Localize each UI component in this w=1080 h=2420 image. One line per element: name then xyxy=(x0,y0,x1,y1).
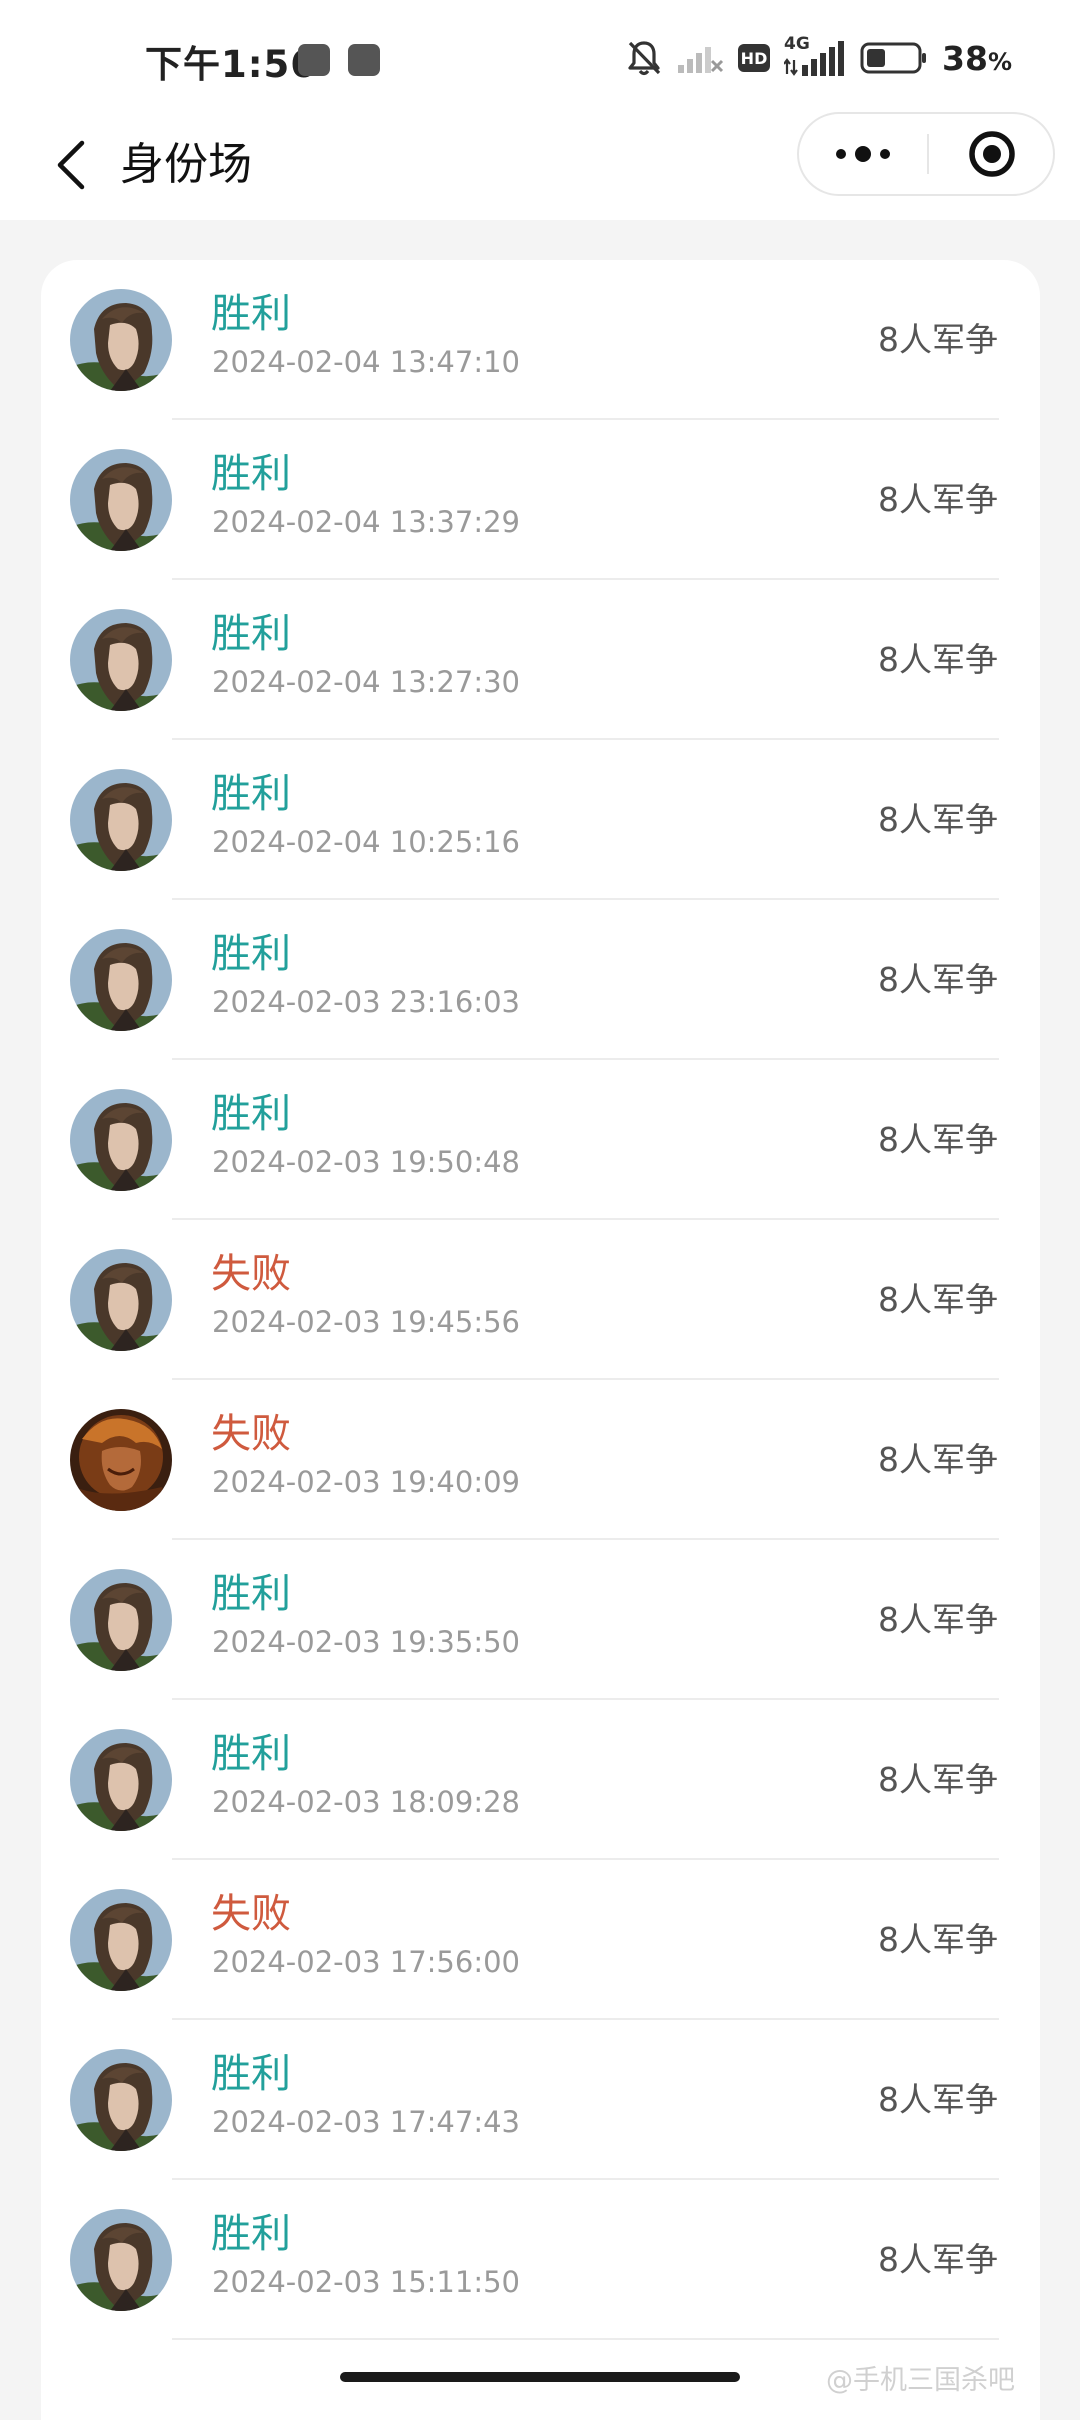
record-timestamp: 2024-02-03 19:45:56 xyxy=(212,1305,520,1339)
game-mode-label: 8人军争 xyxy=(878,1600,998,1639)
nav-bar: 身份场 xyxy=(0,110,1080,220)
player-avatar xyxy=(70,1409,172,1511)
status-time: 下午1:56 xyxy=(145,43,318,86)
home-indicator[interactable] xyxy=(340,2372,740,2382)
game-mode-label: 8人军争 xyxy=(878,320,998,359)
result-label: 胜利 xyxy=(211,931,291,977)
notification-square-icon xyxy=(298,44,330,76)
game-mode-label: 8人军争 xyxy=(878,1440,998,1479)
hd-icon: HD xyxy=(738,44,771,72)
battery-percent: 38% xyxy=(942,38,1012,78)
record-timestamp: 2024-02-03 18:09:28 xyxy=(212,1785,520,1819)
record-row[interactable]: 胜利 2024-02-04 10:25:16 8人军争 xyxy=(41,740,1040,900)
game-mode-label: 8人军争 xyxy=(878,2080,998,2119)
battery-icon xyxy=(860,42,927,74)
game-mode-label: 8人军争 xyxy=(878,1920,998,1959)
cellular-signal-icon: 4G xyxy=(784,34,846,78)
record-list: 胜利 2024-02-04 13:47:10 8人军争 胜利 2024-02-04 13… xyxy=(41,260,1040,2420)
record-row[interactable]: 胜利 2024-02-03 15:11:50 8人军争 xyxy=(41,2180,1040,2340)
record-timestamp: 2024-02-04 13:47:10 xyxy=(212,345,520,379)
page-title: 身份场 xyxy=(120,139,252,190)
record-timestamp: 2024-02-04 13:27:30 xyxy=(212,665,520,699)
result-label: 胜利 xyxy=(211,771,291,817)
game-mode-label: 8人军争 xyxy=(878,800,998,839)
record-timestamp: 2024-02-03 15:11:50 xyxy=(212,2265,520,2299)
chevron-left-icon xyxy=(57,140,85,190)
record-row[interactable]: 胜利 2024-02-03 19:50:48 8人军争 xyxy=(41,1060,1040,1220)
result-label: 失败 xyxy=(211,1891,291,1937)
more-dots-icon xyxy=(836,146,890,162)
game-mode-label: 8人军争 xyxy=(878,480,998,519)
mute-bell-icon xyxy=(628,41,661,76)
watermark: @手机三国杀吧 xyxy=(826,2365,1015,2396)
result-label: 胜利 xyxy=(211,291,291,337)
player-avatar xyxy=(70,609,172,711)
player-avatar xyxy=(70,449,172,551)
target-circle-icon xyxy=(969,131,1015,177)
record-timestamp: 2024-02-03 17:47:43 xyxy=(212,2105,520,2139)
wifi-off-icon xyxy=(678,47,724,73)
game-mode-label: 8人军争 xyxy=(878,960,998,999)
result-label: 胜利 xyxy=(211,611,291,657)
record-timestamp: 2024-02-04 13:37:29 xyxy=(212,505,520,539)
player-avatar xyxy=(70,769,172,871)
result-label: 胜利 xyxy=(211,1091,291,1137)
game-mode-label: 8人军争 xyxy=(878,1280,998,1319)
game-mode-label: 8人军争 xyxy=(878,2240,998,2279)
result-label: 胜利 xyxy=(211,451,291,497)
result-label: 胜利 xyxy=(211,2051,291,2097)
record-row[interactable]: 失败 2024-02-03 19:40:09 8人军争 xyxy=(41,1380,1040,1540)
row-divider xyxy=(172,2338,999,2340)
status-bar: 下午1:56 HD 4G 38% xyxy=(0,0,1080,110)
back-button[interactable] xyxy=(38,132,104,198)
player-avatar xyxy=(70,1729,172,1831)
result-label: 胜利 xyxy=(211,1731,291,1777)
result-label: 胜利 xyxy=(211,1571,291,1617)
record-timestamp: 2024-02-03 19:40:09 xyxy=(212,1465,520,1499)
player-avatar xyxy=(70,289,172,391)
result-label: 胜利 xyxy=(211,2211,291,2257)
player-avatar xyxy=(70,1089,172,1191)
game-mode-label: 8人军争 xyxy=(878,1760,998,1799)
player-avatar xyxy=(70,1249,172,1351)
game-mode-label: 8人军争 xyxy=(878,640,998,679)
miniprogram-capsule xyxy=(797,112,1055,196)
record-timestamp: 2024-02-03 19:35:50 xyxy=(212,1625,520,1659)
record-timestamp: 2024-02-04 10:25:16 xyxy=(212,825,520,859)
record-row[interactable]: 胜利 2024-02-03 18:09:28 8人军争 xyxy=(41,1700,1040,1860)
player-avatar xyxy=(70,2049,172,2151)
game-mode-label: 8人军争 xyxy=(878,1120,998,1159)
record-timestamp: 2024-02-03 19:50:48 xyxy=(212,1145,520,1179)
record-row[interactable]: 失败 2024-02-03 19:45:56 8人军争 xyxy=(41,1220,1040,1380)
record-row[interactable]: 胜利 2024-02-04 13:37:29 8人军争 xyxy=(41,420,1040,580)
status-icons: HD 4G 38% xyxy=(626,34,1012,80)
player-avatar xyxy=(70,1569,172,1671)
close-miniprogram-button[interactable] xyxy=(929,114,1055,194)
player-avatar xyxy=(70,2209,172,2311)
notification-square-icon xyxy=(348,44,380,76)
record-row[interactable]: 胜利 2024-02-03 17:47:43 8人军争 xyxy=(41,2020,1040,2180)
record-row[interactable]: 胜利 2024-02-04 13:27:30 8人军争 xyxy=(41,580,1040,740)
player-avatar xyxy=(70,1889,172,1991)
player-avatar xyxy=(70,929,172,1031)
record-timestamp: 2024-02-03 23:16:03 xyxy=(212,985,520,1019)
record-row[interactable]: 胜利 2024-02-03 23:16:03 8人军争 xyxy=(41,900,1040,1060)
record-row[interactable]: 失败 2024-02-03 17:56:00 8人军争 xyxy=(41,1860,1040,2020)
record-row[interactable]: 胜利 2024-02-03 19:35:50 8人军争 xyxy=(41,1540,1040,1700)
record-timestamp: 2024-02-03 17:56:00 xyxy=(212,1945,520,1979)
more-button[interactable] xyxy=(799,114,927,194)
result-label: 失败 xyxy=(211,1411,291,1457)
result-label: 失败 xyxy=(211,1251,291,1297)
record-row[interactable]: 胜利 2024-02-04 13:47:10 8人军争 xyxy=(41,260,1040,420)
